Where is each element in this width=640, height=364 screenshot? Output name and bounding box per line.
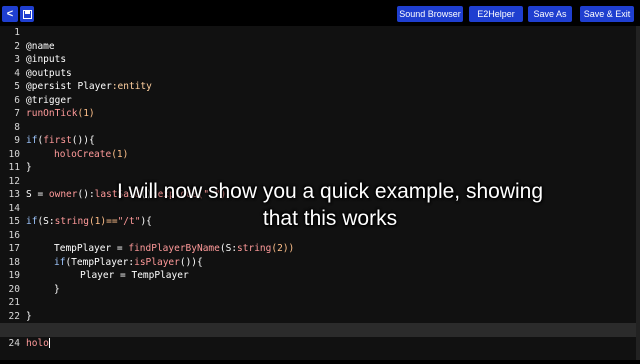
e2helper-button[interactable]: E2Helper — [469, 6, 523, 22]
code-line-2[interactable]: @inputs — [0, 40, 636, 65]
code-line-4[interactable]: @persist Player:entity — [0, 67, 636, 92]
code-token: } — [26, 162, 32, 173]
code-line-21[interactable]: } — [0, 296, 636, 322]
code-token: if — [26, 216, 38, 227]
code-line-8[interactable]: if(first()){ — [0, 121, 636, 146]
code-line-17[interactable]: if(TempPlayer:isPlayer()){ — [0, 242, 636, 268]
code-line-18[interactable]: Player = TempPlayer — [0, 256, 636, 281]
code-token: runOnTick — [26, 108, 78, 119]
code-line-1[interactable]: @name — [0, 26, 636, 52]
code-token: } — [26, 310, 32, 322]
code-line-5[interactable]: @trigger — [0, 80, 636, 106]
video-subtitle: I will now show you a quick example, sho… — [40, 178, 620, 232]
code-line-6[interactable]: runOnTick(1) — [0, 94, 636, 119]
text-caret — [48, 338, 50, 348]
code-line-19[interactable]: } — [0, 269, 636, 295]
sound-browser-button[interactable]: Sound Browser — [397, 6, 463, 22]
toolbar: < Sound Browser E2Helper Save As Save & … — [0, 0, 640, 26]
code-line-23[interactable]: holo — [0, 323, 636, 349]
back-button[interactable]: < — [2, 6, 18, 22]
code-line-9[interactable]: holoCreate(1) — [0, 134, 636, 160]
save-button[interactable] — [20, 6, 34, 22]
code-token: (1) — [77, 108, 95, 119]
code-token: } — [54, 283, 60, 295]
save-exit-button[interactable]: Save & Exit — [580, 6, 634, 22]
save-as-button[interactable]: Save As — [528, 6, 572, 22]
code-line-3[interactable]: @outputs — [0, 53, 636, 79]
subtitle-line-2: that this works — [262, 207, 398, 230]
subtitle-line-1: I will now show you a quick example, sho… — [116, 180, 544, 203]
code-line-10[interactable]: } — [0, 148, 636, 173]
editor-scrollbar[interactable] — [636, 26, 640, 360]
floppy-disk-icon — [22, 9, 32, 19]
code-token: holo — [26, 337, 49, 349]
